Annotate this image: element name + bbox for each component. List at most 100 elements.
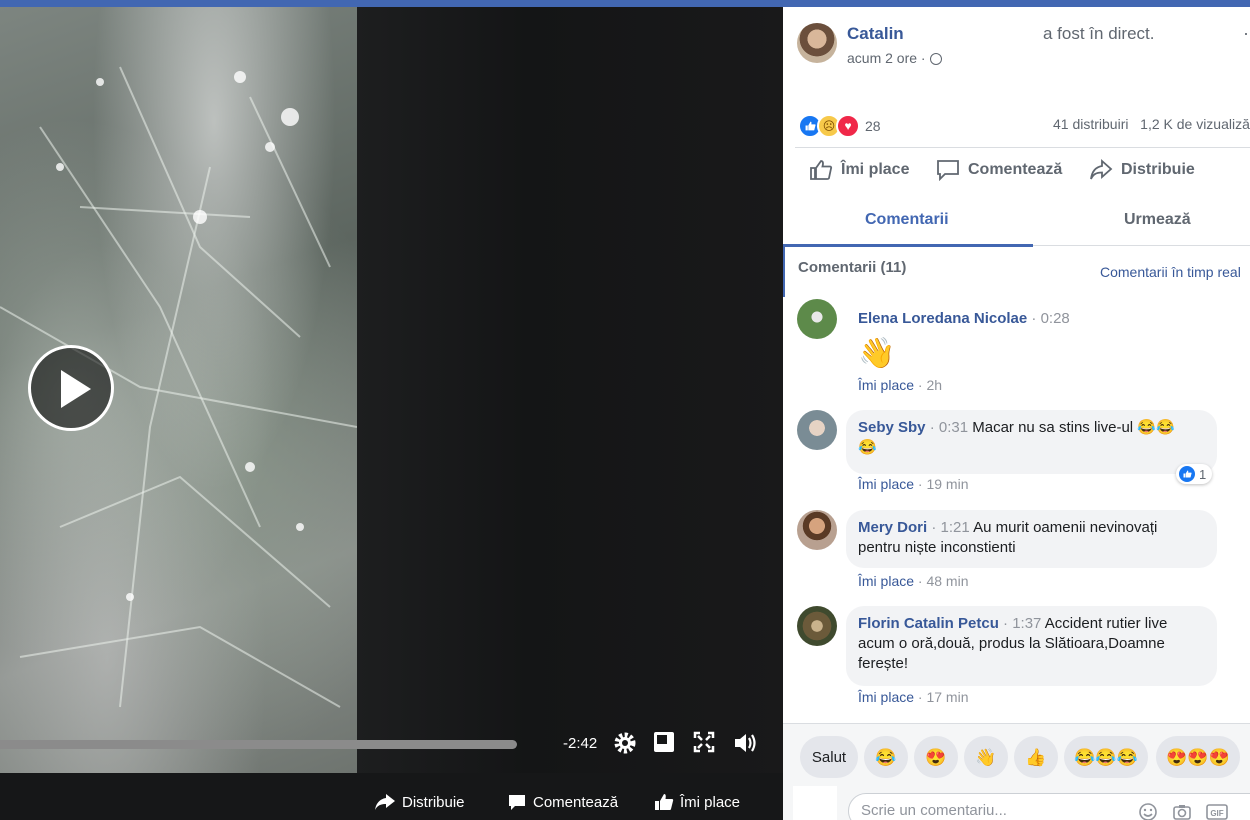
video-like-button[interactable]: Îmi place <box>654 793 740 811</box>
author-suffix: a fost în direct. <box>1043 24 1155 43</box>
play-button[interactable] <box>28 345 114 431</box>
svg-text:GIF: GIF <box>1210 809 1223 818</box>
post-comment-label: Comentează <box>968 161 1063 178</box>
realtime-comments-dropdown[interactable]: Comentarii în timp real <box>1100 264 1241 280</box>
author-avatar[interactable] <box>797 23 837 63</box>
comment-age[interactable]: · 17 min <box>918 689 969 705</box>
post-share-button[interactable]: Distribuie <box>1089 159 1195 181</box>
comment-author[interactable]: Elena Loredana Nicolae <box>858 310 1027 327</box>
comment-text-line2: acum o oră,două, produs la Slătioara,Doa… <box>858 635 1165 652</box>
comment-timestamp[interactable]: · 0:28 <box>1031 310 1069 327</box>
comment-text-line2: 😂 <box>858 439 877 456</box>
comment-text: 👋 <box>858 337 896 370</box>
comment-like-link[interactable]: Îmi place <box>858 476 914 492</box>
settings-gear-icon[interactable] <box>612 730 638 756</box>
comment-composer: Salut 😂 😍 👋 👍 😂😂😂 😍😍😍 Scrie un comentari… <box>783 723 1250 820</box>
post-like-label: Îmi place <box>841 161 910 178</box>
avatar[interactable] <box>797 299 837 339</box>
comment-author[interactable]: Mery Dori <box>858 519 927 536</box>
volume-icon[interactable] <box>732 730 760 756</box>
comment-text-line2: pentru niște inconstienti <box>858 539 1016 556</box>
comment-text: Au murit oamenii nevinovați <box>973 519 1158 536</box>
user-avatar <box>793 786 837 820</box>
quick-reply-chip[interactable]: 👋 <box>964 736 1008 778</box>
avatar[interactable] <box>797 606 837 646</box>
pip-icon[interactable] <box>652 730 676 754</box>
post-time-text: acum 2 ore · <box>847 50 926 66</box>
reaction-summary[interactable]: ☹ ♥ 28 <box>798 114 881 138</box>
like-reaction-icon <box>1179 466 1195 482</box>
comment-bubble: Florin Catalin Petcu · 1:37 Accident rut… <box>846 606 1217 686</box>
video-share-button[interactable]: Distribuie <box>374 793 465 811</box>
post-share-label: Distribuie <box>1121 161 1195 178</box>
comment-text: Accident rutier live <box>1044 615 1168 632</box>
comment-bubble: Mery Dori · 1:21 Au murit oamenii nevino… <box>846 510 1217 568</box>
quick-reply-chip[interactable]: 😂 <box>864 736 908 778</box>
comment-like-link[interactable]: Îmi place <box>858 573 914 589</box>
quick-reply-chip[interactable]: Salut <box>800 736 858 778</box>
top-bar <box>0 0 1250 7</box>
globe-icon <box>929 53 942 65</box>
comment-timestamp[interactable]: · 0:31 <box>930 419 968 436</box>
comment-like-badge[interactable]: 1 <box>1176 464 1213 484</box>
comment-author[interactable]: Seby Sby <box>858 419 926 436</box>
play-icon <box>61 370 91 408</box>
tab-comments[interactable]: Comentarii <box>865 211 949 229</box>
comment-age[interactable]: · 48 min <box>918 573 969 589</box>
comment-age[interactable]: · 2h <box>918 377 942 393</box>
video-comment-label: Comentează <box>533 793 619 811</box>
comment-age[interactable]: · 19 min <box>918 476 969 492</box>
comment-like-link[interactable]: Îmi place <box>858 377 914 393</box>
section-accent <box>783 247 785 297</box>
comment-meta: Îmi place · 17 min <box>858 689 969 705</box>
avatar[interactable] <box>797 410 837 450</box>
input-icons: GIF <box>1138 802 1228 820</box>
comment-bubble: Seby Sby · 0:31 Macar nu sa stins live-u… <box>846 410 1217 474</box>
comment-meta: Îmi place · 19 min <box>858 476 969 492</box>
emoji-icon[interactable] <box>1138 802 1158 820</box>
author-name[interactable]: Catalin <box>847 24 904 44</box>
post-time[interactable]: acum 2 ore · <box>847 50 942 66</box>
comment-like-count: 1 <box>1199 466 1207 482</box>
comment-meta: Îmi place · 48 min <box>858 573 969 589</box>
avatar[interactable] <box>797 510 837 550</box>
thumbs-up-icon <box>655 794 674 810</box>
video-share-label: Distribuie <box>402 793 465 811</box>
video-player[interactable]: -2:42 Distribuie Comentează Îmi place <box>0 7 783 820</box>
active-tab-indicator <box>783 244 1033 247</box>
fullscreen-icon[interactable] <box>692 730 716 754</box>
post-panel: Catalin a fost în direct. acum 2 ore · ·… <box>783 7 1250 820</box>
post-like-button[interactable]: Îmi place <box>809 159 909 181</box>
view-count: 1,2 K de vizualizări <box>1140 116 1250 132</box>
comment-text-line3: ferește! <box>858 655 909 672</box>
comment-line: Mery Dori · 1:21 Au murit oamenii nevino… <box>858 518 1205 538</box>
comment-timestamp[interactable]: · 1:21 <box>931 519 969 536</box>
post-comment-button[interactable]: Comentează <box>936 159 1062 181</box>
quick-reply-chip[interactable]: 😍 <box>914 736 958 778</box>
camera-icon[interactable] <box>1172 802 1192 820</box>
comment-body: Elena Loredana Nicolae · 0:28 <box>858 309 1070 329</box>
more-options-icon[interactable]: · <box>1243 23 1249 44</box>
thumbs-up-outline-icon <box>810 160 833 180</box>
comments-count: Comentarii (11) <box>798 259 907 276</box>
reaction-count: 28 <box>865 118 881 134</box>
video-dark-area <box>357 7 783 773</box>
gif-icon[interactable]: GIF <box>1206 802 1228 820</box>
share-arrow-icon <box>375 794 395 810</box>
comment-timestamp[interactable]: · 1:37 <box>1003 615 1041 632</box>
tab-follow[interactable]: Urmează <box>1124 211 1191 229</box>
time-remaining: -2:42 <box>563 735 598 752</box>
quick-reply-chip[interactable]: 😂😂😂 <box>1064 736 1148 778</box>
comment-author[interactable]: Florin Catalin Petcu <box>858 615 999 632</box>
comment-like-link[interactable]: Îmi place <box>858 689 914 705</box>
video-like-label: Îmi place <box>680 793 741 811</box>
quick-reply-chip[interactable]: 👍 <box>1014 736 1058 778</box>
share-count[interactable]: 41 distribuiri <box>1053 116 1128 132</box>
video-progress-bar[interactable] <box>0 740 517 749</box>
quick-reply-chip[interactable]: 😍😍😍 <box>1156 736 1240 778</box>
comment-bubble-icon <box>509 795 525 810</box>
share-outline-icon <box>1090 159 1113 180</box>
comment-meta: Îmi place · 2h <box>858 377 942 393</box>
comment-outline-icon <box>937 160 959 181</box>
video-comment-button[interactable]: Comentează <box>507 793 618 811</box>
